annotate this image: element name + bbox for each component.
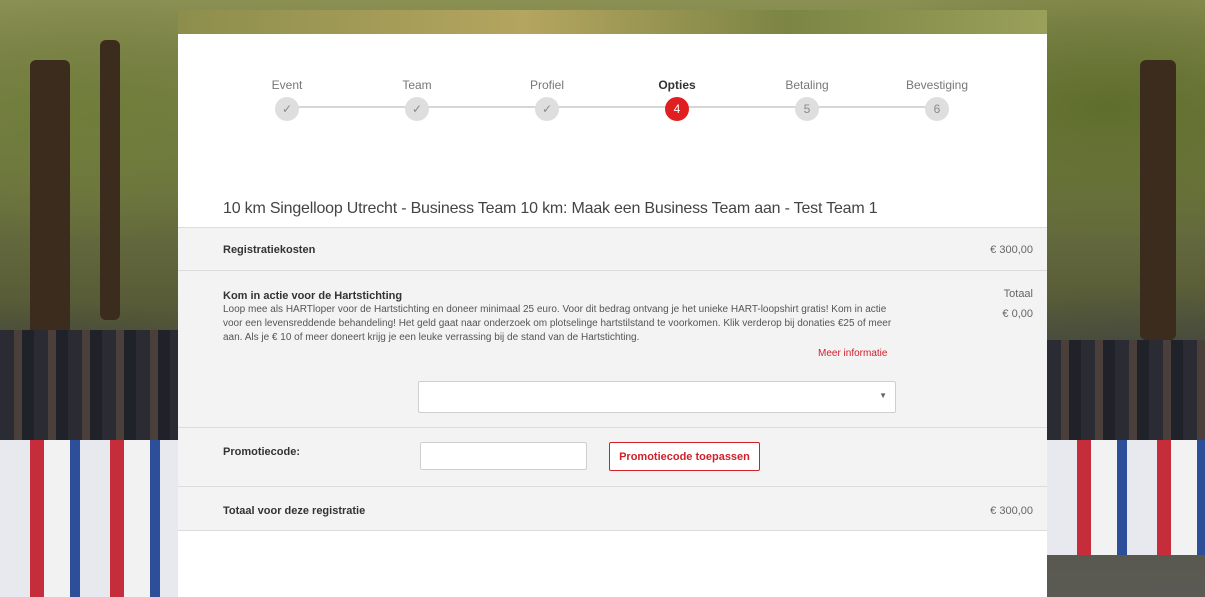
donation-description: Loop mee als HARTloper voor de Hartstich…	[223, 304, 892, 343]
donation-total-value: € 0,00	[1002, 308, 1033, 320]
step-number: 6	[925, 97, 949, 121]
promo-code-input[interactable]	[420, 442, 587, 470]
progress-stepper: Event ✓ Team ✓ Profiel ✓ Opties 4 Betali…	[223, 78, 968, 128]
step-number: 5	[795, 97, 819, 121]
step-event[interactable]: Event ✓	[237, 78, 337, 121]
more-info-link[interactable]: Meer informatie	[818, 348, 887, 359]
summary-value: € 300,00	[990, 505, 1033, 517]
costs-row: Registratiekosten € 300,00	[178, 227, 1047, 271]
costs-value: € 300,00	[990, 244, 1033, 256]
step-bevestiging: Bevestiging 6	[887, 78, 987, 121]
tree-trunk-right	[1140, 60, 1176, 340]
banner-left	[0, 440, 178, 597]
apply-promo-button[interactable]: Promotiecode toepassen	[609, 442, 760, 471]
check-icon: ✓	[535, 97, 559, 121]
donation-total-label: Totaal	[1003, 288, 1033, 300]
step-label: Profiel	[529, 78, 564, 92]
background-top-strip	[178, 10, 1047, 34]
donation-heading: Kom in actie voor de Hartstichting	[223, 290, 403, 302]
step-betaling: Betaling 5	[757, 78, 857, 121]
step-label: Betaling	[785, 78, 829, 92]
step-number: 4	[665, 97, 689, 121]
tree-trunk-left-2	[100, 40, 120, 320]
step-label: Event	[271, 78, 303, 92]
registration-page: Event ✓ Team ✓ Profiel ✓ Opties 4 Betali…	[178, 34, 1047, 597]
step-label: Opties	[658, 78, 696, 92]
costs-label: Registratiekosten	[223, 244, 316, 256]
step-profiel[interactable]: Profiel ✓	[497, 78, 597, 121]
promo-section: Promotiecode: Promotiecode toepassen	[178, 427, 1047, 487]
banner-right	[1047, 440, 1205, 555]
step-label: Team	[402, 78, 432, 92]
chevron-down-icon: ▼	[879, 391, 887, 400]
promo-label: Promotiecode:	[223, 446, 301, 458]
step-label: Bevestiging	[905, 78, 969, 92]
check-icon: ✓	[405, 97, 429, 121]
summary-row: Totaal voor deze registratie € 300,00	[178, 486, 1047, 531]
donation-select[interactable]: ▼	[418, 381, 896, 413]
summary-label: Totaal voor deze registratie	[223, 505, 366, 517]
step-opties: Opties 4	[627, 78, 727, 121]
check-icon: ✓	[275, 97, 299, 121]
tree-trunk-left	[30, 60, 70, 360]
registration-title: 10 km Singelloop Utrecht - Business Team…	[223, 200, 878, 217]
donation-section: Kom in actie voor de Hartstichting Loop …	[178, 270, 1047, 428]
step-team[interactable]: Team ✓	[367, 78, 467, 121]
